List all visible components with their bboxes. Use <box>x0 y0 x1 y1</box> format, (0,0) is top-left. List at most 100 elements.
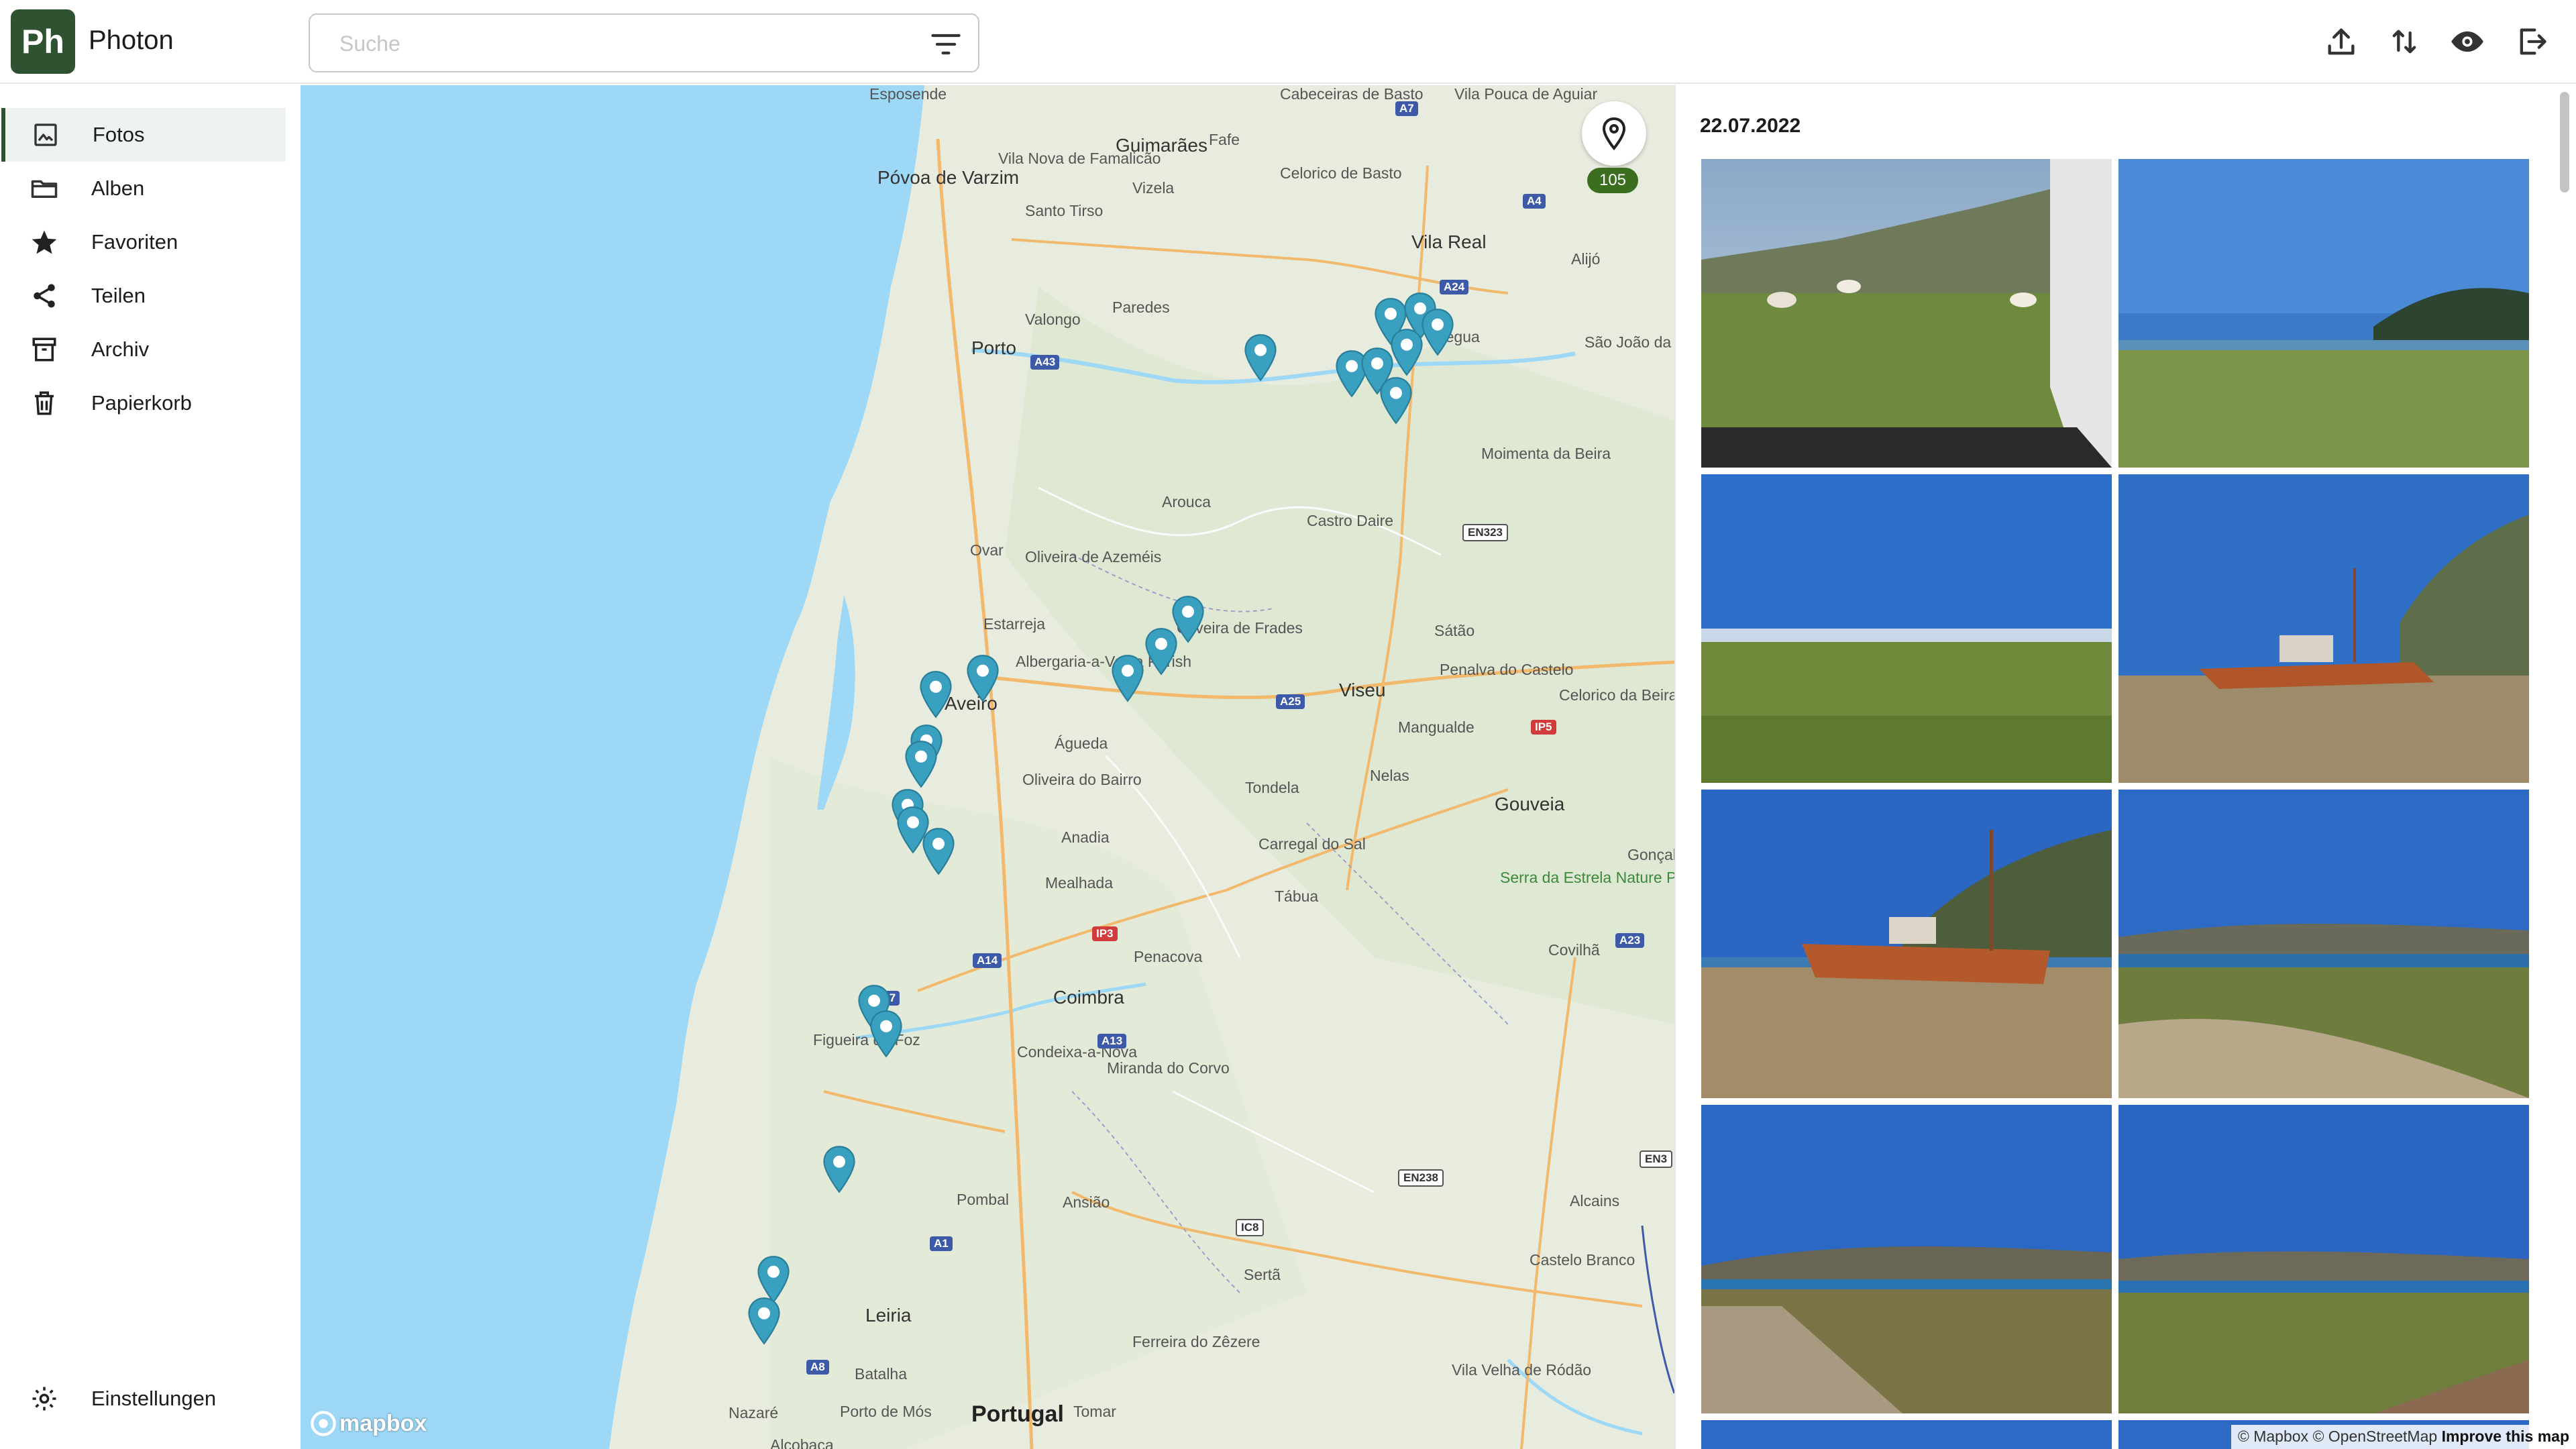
sidebar-item-teilen[interactable]: Teilen <box>5 269 290 323</box>
settings-label: Einstellungen <box>91 1387 217 1410</box>
photo-location-pin[interactable] <box>920 827 957 875</box>
sidebar-item-favoriten[interactable]: Favoriten <box>5 215 290 269</box>
attribution-osm[interactable]: © OpenStreetMap <box>2312 1428 2437 1445</box>
photo-image <box>1701 474 2112 783</box>
photo-image <box>1701 1420 2112 1449</box>
map-label: Leiria <box>865 1305 912 1326</box>
map-label: Tábua <box>1275 888 1319 905</box>
filter-icon[interactable] <box>928 27 963 62</box>
search-box[interactable] <box>309 13 979 72</box>
locate-button[interactable] <box>1582 101 1646 166</box>
map-label: Sátão <box>1434 622 1475 639</box>
eye-icon[interactable] <box>2450 24 2485 59</box>
map-label: Águeda <box>1055 735 1108 752</box>
upload-icon[interactable] <box>2324 24 2359 59</box>
sidebar-item-label: Alben <box>91 176 145 200</box>
archive-icon <box>28 333 60 366</box>
road-shield: IP5 <box>1531 720 1556 735</box>
photo-image <box>1701 790 2112 1098</box>
map-label: Nelas <box>1370 767 1409 784</box>
search-input[interactable] <box>339 27 890 60</box>
map-label: Coimbra <box>1053 987 1124 1008</box>
sidebar-item-papierkorb[interactable]: Papierkorb <box>5 376 290 430</box>
map-label: Covilhã <box>1548 941 1600 959</box>
photo-location-pin[interactable] <box>1419 308 1456 356</box>
settings-button[interactable]: Einstellungen <box>5 1372 290 1426</box>
map-view[interactable]: Vila Pouca de Aguiar Póvoa de Varzim Gui… <box>301 85 1674 1449</box>
road-shield: A14 <box>973 953 1002 968</box>
photo-location-pin[interactable] <box>1110 654 1146 702</box>
map-label: Vila Real <box>1411 231 1487 252</box>
photo-location-pin[interactable] <box>918 670 954 718</box>
photo-image <box>2118 790 2529 1098</box>
photo-icon <box>30 119 62 151</box>
app-header: Ph Photon <box>0 0 2576 84</box>
sidebar-item-label: Archiv <box>91 337 150 361</box>
scrollbar[interactable] <box>2560 92 2569 193</box>
photo-image <box>2118 1105 2529 1413</box>
sidebar: Fotos Alben Favoriten Teilen Archiv Papi… <box>0 85 301 1449</box>
map-label: Sertã <box>1244 1266 1281 1283</box>
map-label: Ovar <box>970 541 1004 559</box>
trash-icon <box>28 387 60 419</box>
map-label: Pombal <box>957 1191 1009 1208</box>
map-label: Castelo Branco <box>1529 1251 1635 1269</box>
attribution-mapbox[interactable]: © Mapbox <box>2238 1428 2308 1445</box>
map-label: Vila Nova de Famalicão <box>998 150 1161 167</box>
photo-image <box>1701 1105 2112 1413</box>
photo-thumbnail[interactable] <box>1701 790 2112 1098</box>
map-label: Viseu <box>1339 680 1386 700</box>
photo-image <box>2118 159 2529 468</box>
map-label: Cabeceiras de Basto <box>1280 85 1424 103</box>
photo-thumbnail[interactable] <box>2118 159 2529 468</box>
logout-icon[interactable] <box>2514 24 2549 59</box>
map-label: Vila Velha de Ródão <box>1452 1361 1592 1379</box>
road-shield: EN3 <box>1640 1150 1673 1168</box>
map-label: Celorico de Basto <box>1280 164 1402 182</box>
photo-location-pin[interactable] <box>1378 376 1414 425</box>
photo-location-pin[interactable] <box>965 654 1001 702</box>
photo-thumbnail[interactable] <box>1701 1420 2112 1449</box>
mapbox-logo[interactable]: mapbox <box>310 1410 427 1437</box>
photo-image <box>1701 159 2112 468</box>
photo-location-pin[interactable] <box>903 740 939 788</box>
improve-map-link[interactable]: Improve this map <box>2442 1428 2569 1445</box>
sidebar-item-alben[interactable]: Alben <box>5 162 290 215</box>
map-label: Esposende <box>869 85 947 103</box>
app-logo[interactable]: Ph <box>11 9 75 74</box>
sort-icon[interactable] <box>2387 24 2422 59</box>
photo-location-pin[interactable] <box>746 1297 782 1345</box>
map-label: Porto de Mós <box>840 1403 932 1420</box>
photo-thumbnail[interactable] <box>2118 1105 2529 1413</box>
photo-thumbnail[interactable] <box>1701 1105 2112 1413</box>
map-label: Castro Daire <box>1307 512 1394 529</box>
road-shield: A13 <box>1097 1034 1127 1049</box>
photo-thumbnail[interactable] <box>2118 790 2529 1098</box>
photo-thumbnail[interactable] <box>2118 474 2529 783</box>
map-label: Arouca <box>1162 493 1211 511</box>
photo-thumbnail[interactable] <box>1701 474 2112 783</box>
sidebar-item-label: Papierkorb <box>91 391 192 415</box>
map-label: Gonçal <box>1627 846 1674 863</box>
road-shield: IP3 <box>1092 926 1118 941</box>
map-label: Oliveira do Bairro <box>1022 771 1142 788</box>
photo-location-pin[interactable] <box>868 1010 904 1058</box>
photo-location-pin[interactable] <box>1143 627 1179 676</box>
map-label: Oliveira de Azeméis <box>1025 548 1162 566</box>
star-icon <box>28 226 60 258</box>
sidebar-item-label: Fotos <box>93 123 145 146</box>
map-label: Paredes <box>1112 299 1170 316</box>
photo-thumbnail[interactable] <box>1701 159 2112 468</box>
map-label: Carregal do Sal <box>1258 835 1366 853</box>
map-label: Alcains <box>1570 1192 1620 1210</box>
road-shield: EN238 <box>1398 1169 1444 1187</box>
road-shield: EN323 <box>1462 524 1508 541</box>
road-shield: A23 <box>1615 933 1645 948</box>
road-shield: A7 <box>1395 101 1418 116</box>
sidebar-item-fotos[interactable]: Fotos <box>1 108 286 162</box>
photo-location-pin[interactable] <box>821 1145 857 1193</box>
photo-location-pin[interactable] <box>1242 333 1279 382</box>
sidebar-item-archiv[interactable]: Archiv <box>5 323 290 376</box>
map-label: Valongo <box>1025 311 1081 328</box>
map-label: Nazaré <box>729 1404 779 1421</box>
